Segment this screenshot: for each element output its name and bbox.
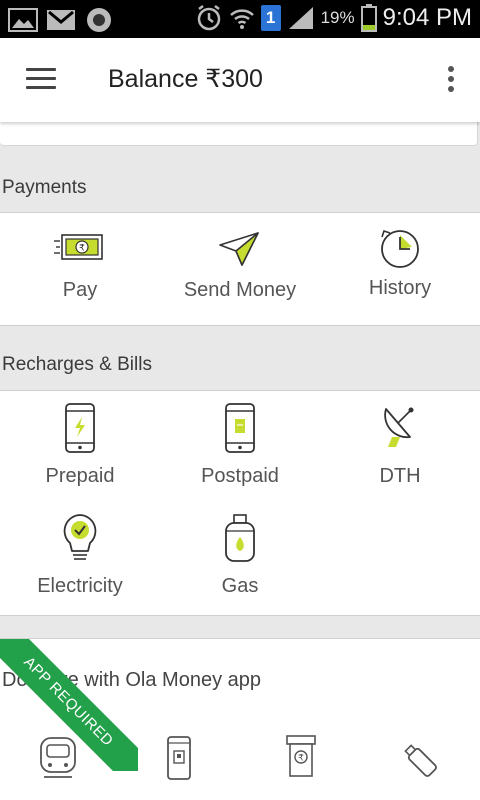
gas-cylinder-icon <box>225 514 255 562</box>
pay-label: Pay <box>62 279 98 301</box>
notification-count: 1 <box>265 8 276 27</box>
postpaid-label: Postpaid <box>201 465 279 487</box>
battery-percent: 19% <box>320 8 355 27</box>
bill-counter-icon[interactable]: ₹ <box>286 735 316 779</box>
gmail-icon <box>47 10 75 30</box>
history-clock-icon <box>381 229 419 268</box>
payments-header: Payments <box>0 165 480 211</box>
promo-text: Do more with Ola Money app <box>2 669 262 691</box>
notification-badge-icon: 1 <box>260 5 281 31</box>
usb-stick-icon[interactable] <box>402 741 440 781</box>
balance-title: Balance ₹300 <box>108 65 263 93</box>
hamburger-menu-icon[interactable] <box>26 68 56 92</box>
overflow-menu-icon[interactable] <box>446 66 456 96</box>
collapsed-card <box>0 122 478 146</box>
history-label: History <box>368 277 432 299</box>
postpaid-tile[interactable]: Postpaid <box>160 403 320 488</box>
wifi-icon <box>229 9 254 29</box>
clock-time: 9:04 PM <box>382 4 472 31</box>
phone-qr-icon[interactable] <box>166 735 192 781</box>
payments-panel: ₹ Pay Send Money History <box>0 212 480 326</box>
gas-tile[interactable]: Gas <box>160 513 320 598</box>
svg-text:₹: ₹ <box>298 754 304 764</box>
pay-tile[interactable]: ₹ Pay <box>0 231 160 302</box>
recharges-header: Recharges & Bills <box>0 342 480 388</box>
history-tile[interactable]: History <box>320 227 480 300</box>
status-right-icons: 1 19% 9:04 PM <box>195 4 472 32</box>
status-left-icons <box>8 6 114 34</box>
app-bar: Balance ₹300 <box>0 38 480 122</box>
dth-label: DTH <box>379 465 421 487</box>
signal-icon <box>288 7 313 29</box>
satellite-dish-icon <box>384 407 414 447</box>
gas-label: Gas <box>221 575 259 597</box>
electricity-tile[interactable]: Electricity <box>0 513 160 598</box>
paper-plane-icon <box>219 232 259 266</box>
prepaid-tile[interactable]: Prepaid <box>0 403 160 488</box>
dth-tile[interactable]: DTH <box>320 403 480 488</box>
metro-train-icon[interactable] <box>38 735 78 781</box>
alarm-icon <box>197 5 220 31</box>
prepaid-label: Prepaid <box>45 465 115 487</box>
status-bar: 1 19% 9:04 PM <box>0 0 480 38</box>
svg-text:₹: ₹ <box>79 244 85 254</box>
send-money-tile[interactable]: Send Money <box>160 231 320 302</box>
cash-icon: ₹ <box>54 234 103 260</box>
ola-app-promo[interactable]: Do more with Ola Money app ₹ APP REQUIRE… <box>0 638 480 800</box>
phone-bolt-icon <box>65 403 95 453</box>
send-money-label: Send Money <box>183 279 297 301</box>
phone-bill-icon <box>225 403 255 453</box>
gallery-icon <box>8 8 38 32</box>
battery-icon <box>360 4 377 32</box>
lightbulb-icon <box>63 514 97 560</box>
recharges-panel: Prepaid Postpaid DTH Electricity Gas <box>0 390 480 616</box>
circle-app-icon <box>87 8 111 32</box>
electricity-label: Electricity <box>37 575 123 597</box>
